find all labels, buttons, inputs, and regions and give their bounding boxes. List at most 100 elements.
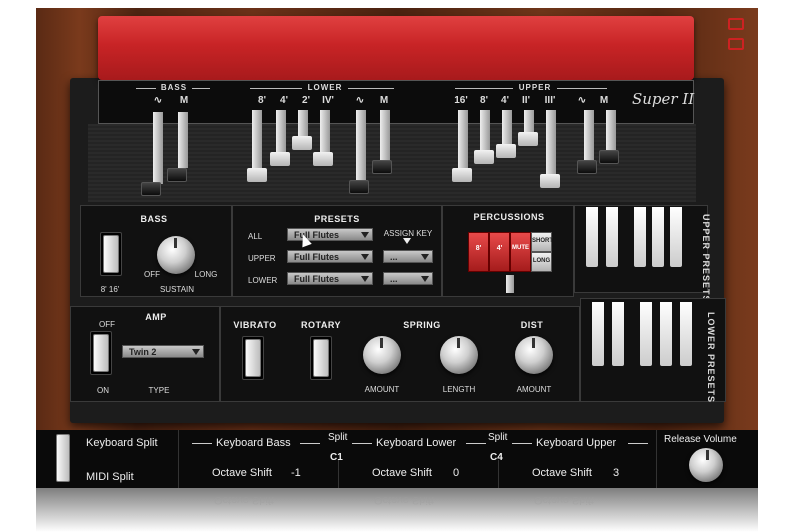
assign-upper-select[interactable]: ... — [383, 250, 433, 263]
reflection-text: Octave Shift — [534, 494, 594, 506]
chevron-down-icon — [421, 254, 429, 260]
perc-long-button[interactable]: LONG — [531, 252, 552, 272]
drawbar-label: M — [379, 95, 389, 106]
drawbar-label: ∿ — [153, 95, 163, 106]
drawbar-label: M — [599, 95, 609, 106]
perc-4-button[interactable]: 4' — [489, 232, 510, 272]
drawbar-bass-sine[interactable] — [153, 112, 163, 184]
lower-section-title: LOWER — [307, 83, 343, 92]
drawbar-upper-16-cap[interactable] — [452, 168, 472, 182]
split-value-2[interactable]: C4 — [490, 452, 503, 463]
drawbar-upper-ii-cap[interactable] — [518, 132, 538, 146]
amp-type-label: TYPE — [148, 386, 170, 395]
reflection-text: Octave Shift — [374, 494, 434, 506]
drawbar-lower-4[interactable] — [276, 110, 286, 152]
spring-title: SPRING — [403, 320, 441, 330]
bass-octave-switch[interactable] — [103, 235, 119, 273]
amp-type-value: Twin 2 — [129, 347, 157, 357]
release-volume-label: Release Volume — [664, 434, 737, 445]
rotary-switch[interactable] — [313, 339, 329, 377]
percussion-volume-handle[interactable] — [506, 275, 514, 293]
keyboard-lower-label: Keyboard Lower — [376, 437, 457, 449]
midi-split-label: MIDI Split — [86, 471, 134, 483]
drawbar-label: 16' — [454, 95, 468, 106]
amp-type-select[interactable]: Twin 2 — [122, 345, 204, 358]
drawbar-upper-16[interactable] — [458, 110, 468, 168]
drawbar-label: IV' — [322, 95, 334, 106]
upper-preset-key[interactable] — [652, 207, 664, 267]
save-icon[interactable] — [728, 18, 744, 30]
spring-amount-knob[interactable] — [363, 336, 401, 374]
drawbar-upper-iii[interactable] — [546, 110, 556, 176]
drawbar-lower-m-cap[interactable] — [372, 160, 392, 174]
dist-amount-knob[interactable] — [515, 336, 553, 374]
presets-title: PRESETS — [314, 214, 360, 224]
divider — [498, 460, 499, 488]
preset-row-label-lower: LOWER — [248, 276, 278, 285]
keyboard-split-switch[interactable] — [56, 434, 70, 482]
drawbar-upper-ii[interactable] — [524, 110, 534, 132]
perc-short-button[interactable]: SHORT — [531, 232, 553, 252]
upper-preset-key[interactable] — [634, 207, 646, 267]
drawbar-lower-sine-cap[interactable] — [349, 180, 369, 194]
drawbar-upper-sine[interactable] — [584, 110, 594, 160]
drawbar-upper-8[interactable] — [480, 110, 490, 150]
split-value-1[interactable]: C1 — [330, 452, 343, 463]
upper-octave-value[interactable]: 3 — [613, 467, 619, 479]
bass-octave-value[interactable]: -1 — [291, 467, 301, 479]
drawbar-label: III' — [544, 95, 556, 106]
vibrato-switch[interactable] — [245, 339, 261, 377]
drawbar-label: ∿ — [355, 95, 365, 106]
load-icon[interactable] — [728, 38, 744, 50]
sustain-off-label: OFF — [144, 270, 160, 279]
keyboard-bass-label: Keyboard Bass — [216, 437, 291, 449]
amp-on-label: ON — [97, 386, 109, 395]
drawbar-lower-iv-cap[interactable] — [313, 152, 333, 166]
lower-preset-key[interactable] — [680, 302, 692, 366]
drawbar-upper-sine-cap[interactable] — [577, 160, 597, 174]
drawbar-lower-2[interactable] — [298, 110, 308, 138]
drawbar-lower-m[interactable] — [380, 110, 390, 162]
split-label-2: Split — [488, 432, 508, 443]
divider — [338, 460, 339, 488]
preset-upper-select[interactable]: Full Flutes — [287, 250, 373, 263]
drawbar-upper-4-cap[interactable] — [496, 144, 516, 158]
drawbar-lower-8[interactable] — [252, 110, 262, 168]
chevron-down-icon — [361, 232, 369, 238]
divider — [466, 443, 486, 444]
amp-off-label: OFF — [99, 320, 115, 329]
upper-preset-key[interactable] — [586, 207, 598, 267]
drawbar-bass-sine-cap[interactable] — [141, 182, 161, 196]
upper-preset-key[interactable] — [606, 207, 618, 267]
drawbar-bass-m[interactable] — [178, 112, 188, 168]
lower-preset-key[interactable] — [612, 302, 624, 366]
spring-length-knob[interactable] — [440, 336, 478, 374]
drawbar-lower-iv[interactable] — [320, 110, 330, 152]
assign-lower-select[interactable]: ... — [383, 272, 433, 285]
drawbar-upper-m-cap[interactable] — [599, 150, 619, 164]
amp-power-switch[interactable] — [93, 334, 109, 372]
preset-lower-select[interactable]: Full Flutes — [287, 272, 373, 285]
drawbar-upper-8-cap[interactable] — [474, 150, 494, 164]
drawbar-label: 8' — [480, 95, 488, 106]
drawbar-lower-2-cap[interactable] — [292, 136, 312, 150]
drawbar-bass-m-cap[interactable] — [167, 168, 187, 182]
drawbar-lower-8-cap[interactable] — [247, 168, 267, 182]
spring-amount-label: AMOUNT — [364, 385, 400, 394]
perc-8-button[interactable]: 8' — [468, 232, 489, 272]
rotary-title: ROTARY — [301, 320, 341, 330]
lower-preset-key[interactable] — [640, 302, 652, 366]
perc-mute-button[interactable]: MUTE — [510, 232, 531, 272]
lower-preset-key[interactable] — [592, 302, 604, 366]
drawbar-lower-sine[interactable] — [356, 110, 366, 182]
drawbar-upper-iii-cap[interactable] — [540, 174, 560, 188]
drawbar-upper-4[interactable] — [502, 110, 512, 144]
lower-octave-value[interactable]: 0 — [453, 467, 459, 479]
drawbar-lower-4-cap[interactable] — [270, 152, 290, 166]
sustain-knob[interactable] — [157, 236, 195, 274]
upper-preset-key[interactable] — [670, 207, 682, 267]
drawbar-upper-m[interactable] — [606, 110, 616, 150]
keyboard-upper-label: Keyboard Upper — [536, 437, 617, 449]
release-volume-knob[interactable] — [689, 448, 723, 482]
lower-preset-key[interactable] — [660, 302, 672, 366]
